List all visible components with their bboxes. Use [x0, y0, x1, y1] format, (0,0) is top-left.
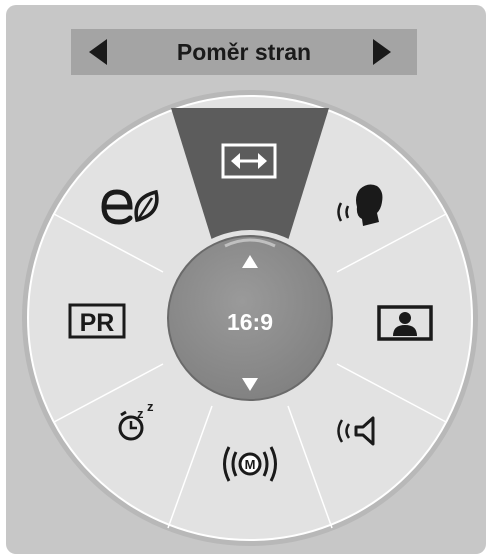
current-value: 16:9	[226, 309, 274, 335]
svg-text:M: M	[245, 457, 256, 472]
pr-label: PR	[80, 309, 115, 337]
svg-text:z: z	[147, 399, 154, 414]
svg-text:z: z	[137, 406, 144, 421]
menu-dial: M z z PR	[22, 90, 478, 546]
